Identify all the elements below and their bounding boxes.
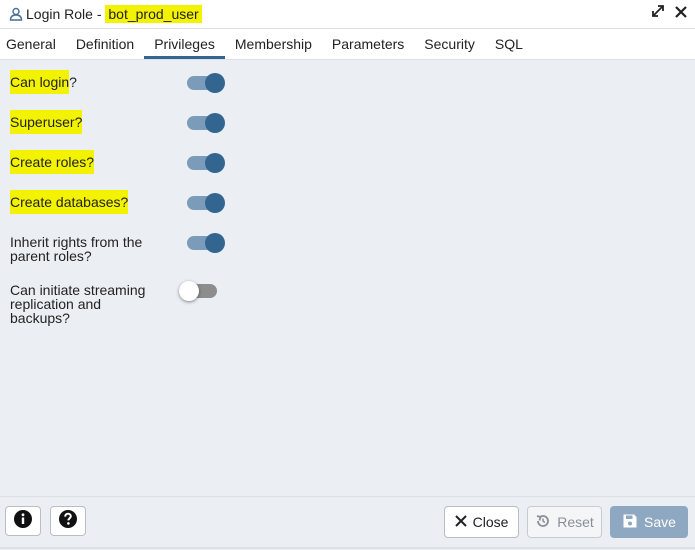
dialog-title-prefix: Login Role -	[26, 6, 106, 22]
tab-membership[interactable]: Membership	[225, 29, 322, 59]
window-actions	[651, 4, 687, 23]
toggle-knob	[205, 113, 225, 133]
reset-icon	[535, 513, 551, 532]
tab-security[interactable]: Security	[414, 29, 485, 59]
inherit-rights-toggle[interactable]	[187, 233, 225, 253]
expand-icon[interactable]	[651, 4, 665, 23]
superuser-toggle[interactable]	[187, 113, 225, 133]
dialog-title: Login Role - bot_prod_user	[26, 5, 202, 23]
highlighted-text: Create roles?	[10, 150, 95, 174]
dialog-footer: Close Reset Save	[0, 496, 695, 550]
save-button-label: Save	[644, 514, 676, 530]
dialog-titlebar: Login Role - bot_prod_user	[0, 0, 695, 29]
close-button[interactable]: Close	[444, 506, 519, 538]
replication-toggle[interactable]	[179, 281, 217, 301]
info-icon	[13, 509, 33, 534]
highlighted-text: Create databases?	[10, 190, 129, 214]
privilege-label: Inherit rights from the parent roles?	[10, 234, 143, 264]
privilege-label: Create roles?	[10, 150, 170, 174]
toggle-knob	[205, 233, 225, 253]
toggle-knob	[205, 153, 225, 173]
privilege-label: Can login?	[10, 70, 170, 94]
privilege-label: Superuser?	[10, 110, 170, 134]
privilege-label: Create databases?	[10, 190, 170, 214]
highlighted-text: Can login	[10, 70, 70, 94]
create-roles-toggle[interactable]	[187, 153, 225, 173]
close-icon	[454, 514, 467, 530]
save-icon	[622, 513, 638, 532]
can-login-toggle[interactable]	[187, 73, 225, 93]
toggle-knob	[179, 281, 199, 301]
tab-definition[interactable]: Definition	[66, 29, 144, 59]
privilege-label: Can initiate streaming replication and b…	[10, 282, 146, 326]
role-name: bot_prod_user	[105, 5, 202, 23]
close-icon[interactable]	[675, 5, 687, 23]
tab-privileges[interactable]: Privileges	[144, 29, 225, 59]
toggle-knob	[205, 73, 225, 93]
close-button-label: Close	[472, 514, 509, 530]
toggle-knob	[205, 193, 225, 213]
info-button[interactable]	[5, 506, 41, 536]
create-databases-toggle[interactable]	[187, 193, 225, 213]
tab-bar: General Definition Privileges Membership…	[0, 29, 695, 60]
reset-button[interactable]: Reset	[527, 506, 602, 538]
reset-button-label: Reset	[557, 514, 594, 530]
user-icon	[9, 7, 23, 21]
tab-sql[interactable]: SQL	[485, 29, 533, 59]
help-button[interactable]	[50, 506, 86, 536]
tab-general[interactable]: General	[0, 29, 66, 59]
tab-parameters[interactable]: Parameters	[322, 29, 414, 59]
highlighted-text: Superuser?	[10, 110, 83, 134]
save-button[interactable]: Save	[610, 506, 688, 538]
help-icon	[58, 509, 78, 534]
privileges-panel: Can login? Superuser? Create roles? Crea…	[0, 60, 695, 496]
